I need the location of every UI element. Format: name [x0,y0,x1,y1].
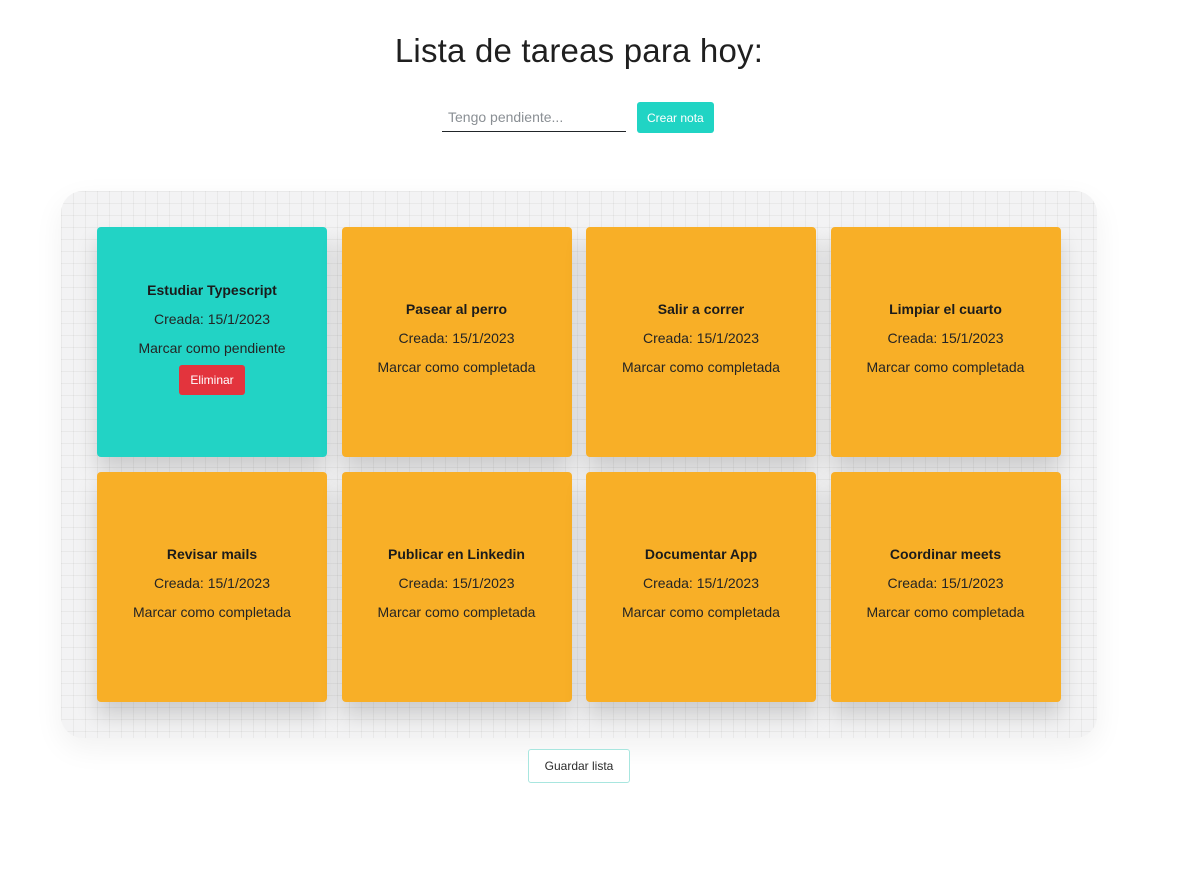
task-title: Estudiar Typescript [147,281,277,298]
task-toggle-link[interactable]: Marcar como completada [133,604,291,620]
task-date: Creada: 15/1/2023 [398,330,515,346]
page: Lista de tareas para hoy: Crear nota Est… [0,0,1178,874]
task-title: Coordinar meets [889,546,1002,562]
task-toggle-link[interactable]: Marcar como completada [867,359,1025,375]
task-card: Coordinar meets Creada: 15/1/2023 Marcar… [830,472,1061,702]
delete-button[interactable]: Eliminar [179,364,245,395]
create-note-button[interactable]: Crear nota [637,102,714,133]
task-card: Revisar mails Creada: 15/1/2023 Marcar c… [97,472,327,702]
save-list-button[interactable]: Guardar lista [528,749,630,783]
task-date: Creada: 15/1/2023 [643,330,759,346]
task-title: Pasear al perro [405,301,508,317]
task-toggle-link[interactable]: Marcar como completada [378,604,536,620]
task-date: Creada: 15/1/2023 [887,575,1004,591]
task-title: Salir a correr [657,301,745,317]
task-date: Creada: 15/1/2023 [398,575,515,591]
task-toggle-link[interactable]: Marcar como completada [378,359,536,375]
task-title: Documentar App [644,546,758,562]
task-date: Creada: 15/1/2023 [643,575,759,591]
task-date: Creada: 15/1/2023 [154,575,270,591]
task-toggle-link[interactable]: Marcar como pendiente [138,340,285,356]
task-date: Creada: 15/1/2023 [154,310,270,327]
task-card: Salir a correr Creada: 15/1/2023 Marcar … [586,227,816,457]
task-card: Estudiar Typescript Creada: 15/1/2023 Ma… [97,227,327,457]
task-grid: Estudiar Typescript Creada: 15/1/2023 Ma… [97,227,1061,702]
task-card: Pasear al perro Creada: 15/1/2023 Marcar… [341,227,572,457]
task-toggle-link[interactable]: Marcar como completada [867,604,1025,620]
task-toggle-link[interactable]: Marcar como completada [622,359,780,375]
task-toggle-link[interactable]: Marcar como completada [622,604,780,620]
task-card: Limpiar el cuarto Creada: 15/1/2023 Marc… [830,227,1061,457]
task-card: Documentar App Creada: 15/1/2023 Marcar … [586,472,816,702]
task-title: Publicar en Linkedin [388,546,525,562]
task-input[interactable] [442,103,626,132]
task-date: Creada: 15/1/2023 [887,330,1004,346]
note-form: Crear nota [442,102,714,133]
task-title: Limpiar el cuarto [889,301,1002,317]
task-board: Estudiar Typescript Creada: 15/1/2023 Ma… [61,191,1097,738]
page-title: Lista de tareas para hoy: [394,32,764,69]
task-card: Publicar en Linkedin Creada: 15/1/2023 M… [341,472,572,702]
task-title: Revisar mails [166,546,258,562]
